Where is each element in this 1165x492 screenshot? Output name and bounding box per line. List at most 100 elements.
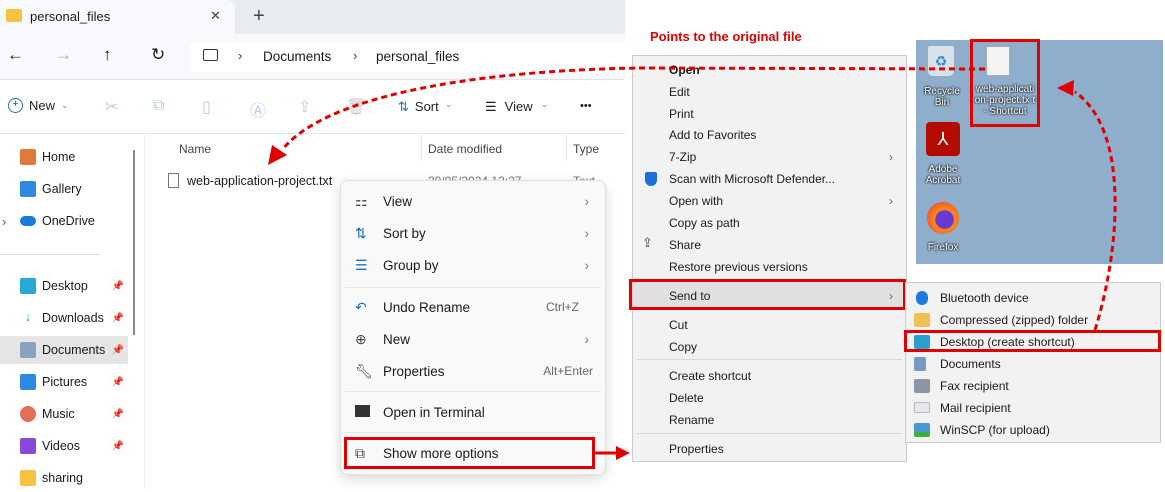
sidebar-item-documents[interactable]: Documents 📌 <box>0 336 128 364</box>
videos-icon <box>20 438 36 454</box>
desktop-icon <box>20 278 36 294</box>
sort-button[interactable]: ⇅ Sort ⌄ <box>398 99 452 115</box>
classic-item-open-with[interactable]: Open with › <box>669 191 899 211</box>
classic-item-print[interactable]: Print <box>669 104 899 124</box>
send-to-fax[interactable]: Fax recipient <box>940 376 1009 396</box>
menu-separator <box>637 433 902 434</box>
classic-item-copy-as-path[interactable]: Copy as path <box>669 213 899 233</box>
context-menu: ⚏ View › ⇅ Sort by › ☰ Group by › ↶ Undo Rename… <box>340 180 606 475</box>
menu-label: New <box>383 331 411 347</box>
share-icon[interactable]: ⇪ <box>298 97 311 117</box>
column-header-date[interactable]: Date modified <box>428 142 502 156</box>
classic-item-7zip[interactable]: 7-Zip › <box>669 147 899 167</box>
classic-item-create-shortcut[interactable]: Create shortcut <box>669 366 899 386</box>
folder-icon <box>6 9 22 22</box>
classic-item-open[interactable]: Open <box>669 60 899 80</box>
sidebar-item-onedrive[interactable]: OneDrive <box>20 207 128 235</box>
adobe-acrobat-icon[interactable]: ⅄ <box>926 122 960 156</box>
bluetooth-icon <box>916 291 928 305</box>
sidebar-item-pictures[interactable]: Pictures 📌 <box>20 368 128 396</box>
send-to-mail[interactable]: Mail recipient <box>940 398 1011 418</box>
address-bar[interactable]: › Documents › personal_files <box>190 42 630 72</box>
new-tab-button[interactable]: + <box>253 5 265 28</box>
sidebar-item-downloads[interactable]: ↓ Downloads 📌 <box>20 304 128 332</box>
classic-item-scan-defender[interactable]: Scan with Microsoft Defender... <box>669 169 899 189</box>
recycle-bin-icon[interactable]: ♻ <box>928 46 954 76</box>
highlight-box <box>904 330 1161 352</box>
breadcrumb-personal-files[interactable]: personal_files <box>376 49 459 64</box>
menu-item-sort-by[interactable]: ⇅ Sort by › <box>355 219 593 247</box>
menu-item-view[interactable]: ⚏ View › <box>355 187 593 215</box>
tab-personal-files[interactable]: personal_files ✕ <box>0 0 235 34</box>
view-grid-icon: ⚏ <box>355 192 368 209</box>
column-header-name[interactable]: Name <box>179 142 211 156</box>
paste-icon[interactable]: ▯ <box>202 97 211 117</box>
delete-icon[interactable]: 🗑 <box>346 97 366 117</box>
classic-item-copy[interactable]: Copy <box>669 337 899 357</box>
classic-item-add-to-favorites[interactable]: Add to Favorites <box>669 125 899 145</box>
view-icon: ☰ <box>485 99 497 114</box>
sidebar-item-gallery[interactable]: Gallery <box>20 175 128 203</box>
sidebar-item-desktop[interactable]: Desktop 📌 <box>20 272 128 300</box>
chevron-right-icon: › <box>353 48 358 63</box>
classic-item-rename[interactable]: Rename <box>669 410 899 430</box>
menu-separator <box>345 287 601 288</box>
recycle-bin-label: Recycle Bin <box>924 86 960 108</box>
menu-item-open-in-terminal[interactable]: Open in Terminal <box>355 398 593 426</box>
classic-item-delete[interactable]: Delete <box>669 388 899 408</box>
classic-item-properties[interactable]: Properties <box>669 439 899 459</box>
column-header-type[interactable]: Type <box>573 142 599 156</box>
send-to-winscp[interactable]: WinSCP (for upload) <box>940 420 1050 440</box>
new-button[interactable]: + New ⌄ <box>8 98 69 113</box>
shortcut-label: Ctrl+Z <box>546 300 579 314</box>
menu-item-properties[interactable]: 🔧︎ Properties Alt+Enter <box>355 357 593 385</box>
menu-item-undo-rename[interactable]: ↶ Undo Rename Ctrl+Z <box>355 293 593 321</box>
chevron-down-icon: ⌄ <box>61 100 69 110</box>
up-icon[interactable]: ↑ <box>103 45 112 65</box>
wrench-icon: 🔧︎ <box>355 362 373 379</box>
rename-icon[interactable]: Ⓐ <box>250 97 266 121</box>
share-icon: ⇪ <box>642 235 653 250</box>
plus-circle-icon: ⊕ <box>355 330 367 347</box>
text-file-icon <box>168 173 179 188</box>
send-to-bluetooth[interactable]: Bluetooth device <box>940 288 1029 308</box>
firefox-icon[interactable] <box>927 202 959 234</box>
more-options-button[interactable]: ••• <box>580 100 592 112</box>
view-button[interactable]: ☰ View ⌄ <box>485 99 548 115</box>
sidebar-item-sharing[interactable]: sharing <box>20 464 128 492</box>
chevron-right-icon: › <box>889 194 893 208</box>
sidebar-scrollbar[interactable] <box>133 150 135 335</box>
send-to-documents[interactable]: Documents <box>940 354 1001 374</box>
menu-item-new[interactable]: ⊕ New › <box>355 325 593 353</box>
classic-item-share[interactable]: Share <box>669 235 899 255</box>
folder-icon <box>20 470 36 486</box>
chevron-right-icon: › <box>584 225 590 241</box>
music-icon <box>20 406 36 422</box>
arrowhead <box>268 145 287 165</box>
menu-item-group-by[interactable]: ☰ Group by › <box>355 251 593 279</box>
send-to-compressed-folder[interactable]: Compressed (zipped) folder <box>940 310 1088 330</box>
classic-item-restore[interactable]: Restore previous versions <box>669 257 899 277</box>
close-tab-icon[interactable]: ✕ <box>210 8 221 24</box>
cut-icon[interactable]: ✂ <box>105 97 118 117</box>
highlight-box <box>970 39 1040 127</box>
documents-icon <box>914 357 926 371</box>
refresh-icon[interactable]: ↻ <box>151 45 165 65</box>
highlight-box <box>344 437 595 469</box>
download-icon: ↓ <box>24 310 32 324</box>
breadcrumb-documents[interactable]: Documents <box>263 49 331 64</box>
back-icon[interactable]: ← <box>7 45 24 65</box>
forward-icon[interactable]: → <box>55 45 72 65</box>
classic-item-edit[interactable]: Edit <box>669 82 899 102</box>
classic-item-cut[interactable]: Cut <box>669 315 899 335</box>
menu-label: Sort by <box>383 225 426 241</box>
pane-divider <box>144 135 145 489</box>
copy-icon[interactable]: ⧉ <box>153 97 164 115</box>
adobe-acrobat-label: Adobe Acrobat <box>925 164 961 186</box>
sidebar-item-home[interactable]: Home <box>20 143 128 171</box>
arrowhead <box>616 446 630 460</box>
sidebar-item-videos[interactable]: Videos 📌 <box>20 432 128 460</box>
sidebar-label: Documents <box>42 343 106 357</box>
expand-chevron-icon[interactable]: › <box>2 214 6 229</box>
sidebar-item-music[interactable]: Music 📌 <box>20 400 128 428</box>
